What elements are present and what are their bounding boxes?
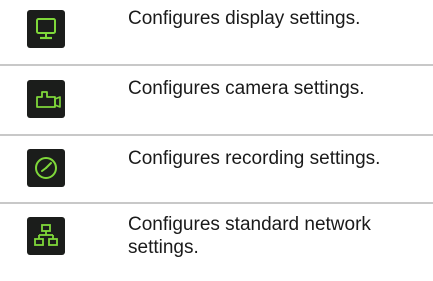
list-item-network: Configures standard network settings. [0,202,433,281]
camera-icon [27,80,65,118]
row-description: Configures display settings. [128,8,361,29]
list-item-display: Configures display settings. [0,0,433,64]
row-description: Configures standard network settings. [128,214,371,258]
monitor-icon [27,10,65,48]
row-description: Configures recording settings. [128,148,381,169]
list-item-camera: Configures camera settings. [0,64,433,134]
row-description: Configures camera settings. [128,78,365,99]
clock-icon [27,149,65,187]
icon-cell [0,0,110,64]
settings-description-list: Configures display settings. Configures … [0,0,433,281]
icon-cell [0,204,110,281]
icon-cell [0,136,110,202]
network-icon [27,217,65,255]
icon-cell [0,66,110,134]
list-item-recording: Configures recording settings. [0,134,433,202]
